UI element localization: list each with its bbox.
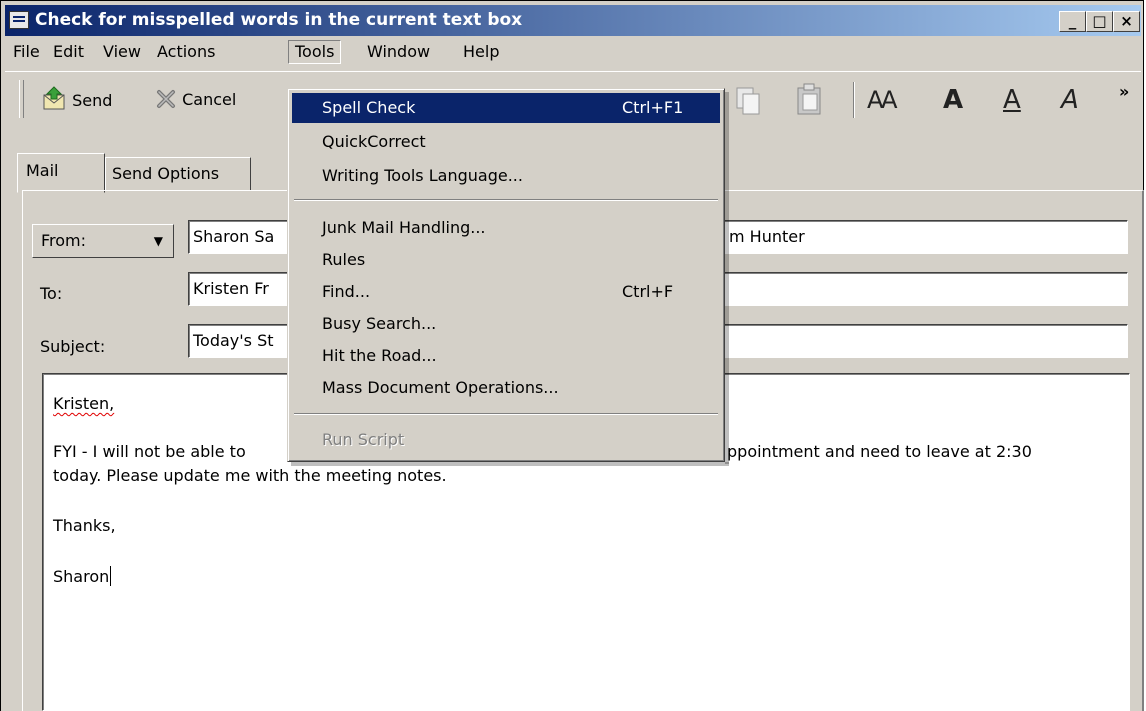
menu-item-busy-search[interactable]: Busy Search... <box>292 309 720 339</box>
menu-item-junk-mail-handling[interactable]: Junk Mail Handling... <box>292 213 720 243</box>
menu-tools[interactable]: Tools <box>288 40 342 64</box>
menu-bar: File Edit View Actions Tools Window Help <box>5 39 1141 65</box>
menu-edit[interactable]: Edit <box>47 40 90 64</box>
tools-menu-dropdown: Spell Check Ctrl+F1 QuickCorrect Writing… <box>287 88 725 462</box>
window-title: Check for misspelled words in the curren… <box>35 10 523 30</box>
menu-actions[interactable]: Actions <box>151 40 221 64</box>
menu-item-label: QuickCorrect <box>322 132 426 151</box>
menu-item-quickcorrect[interactable]: QuickCorrect <box>292 127 720 157</box>
menu-item-spell-check[interactable]: Spell Check Ctrl+F1 <box>292 93 720 123</box>
italic-button[interactable]: A <box>1061 80 1079 120</box>
toolbar-overflow-chevron-icon[interactable]: » <box>1119 82 1129 101</box>
menu-help[interactable]: Help <box>457 40 505 64</box>
toolbar-grip[interactable] <box>19 80 24 118</box>
title-bar[interactable]: Check for misspelled words in the curren… <box>5 5 1141 36</box>
body-greeting: Kristen, <box>53 394 115 413</box>
bold-button[interactable]: A <box>943 80 963 120</box>
subject-label: Subject: <box>40 337 106 356</box>
paste-icon[interactable] <box>793 82 825 116</box>
to-value: Kristen Fr <box>193 279 269 298</box>
menu-shadow <box>725 92 729 464</box>
text-caret <box>110 566 112 586</box>
cancel-icon <box>157 90 175 108</box>
menu-shadow <box>291 462 729 466</box>
toolbar-separator <box>853 82 855 118</box>
underline-button[interactable]: A <box>1003 80 1021 120</box>
body-closing: Thanks, <box>53 516 116 535</box>
cancel-button[interactable]: Cancel <box>155 86 236 114</box>
from-dropdown-button[interactable]: From: ▼ <box>32 224 174 258</box>
send-button[interactable]: Send <box>41 86 112 114</box>
body-line1-left: FYI - I will not be able to <box>53 442 246 461</box>
body-line1-right: ppointment and need to leave at 2:30 <box>727 442 1032 461</box>
from-value-right: m Hunter <box>729 227 805 246</box>
body-signature: Sharon <box>53 566 112 586</box>
menu-item-run-script: Run Script <box>292 425 720 455</box>
menu-item-mass-document-operations[interactable]: Mass Document Operations... <box>292 373 720 403</box>
menu-item-hit-the-road[interactable]: Hit the Road... <box>292 341 720 371</box>
menu-item-label: Spell Check <box>322 98 416 117</box>
menu-item-shortcut: Ctrl+F <box>622 282 674 301</box>
subject-value: Today's St <box>193 331 274 350</box>
menu-view[interactable]: View <box>97 40 147 64</box>
send-label: Send <box>72 91 113 110</box>
menu-item-label: Busy Search... <box>322 314 437 333</box>
menu-item-label: Run Script <box>322 430 405 449</box>
signature-text: Sharon <box>53 567 110 586</box>
menu-item-shortcut: Ctrl+F1 <box>622 98 684 117</box>
menu-separator <box>294 199 718 201</box>
tab-send-options[interactable]: Send Options <box>105 157 251 191</box>
tab-mail[interactable]: Mail <box>17 153 105 193</box>
body-line2: today. Please update me with the meeting… <box>53 466 447 485</box>
font-size-button[interactable]: AA <box>867 80 897 120</box>
menu-item-writing-tools-language[interactable]: Writing Tools Language... <box>292 161 720 191</box>
menu-item-label: Hit the Road... <box>322 346 437 365</box>
menu-item-rules[interactable]: Rules <box>292 245 720 275</box>
menu-item-label: Junk Mail Handling... <box>322 218 486 237</box>
menu-item-label: Rules <box>322 250 366 269</box>
menu-window[interactable]: Window <box>361 40 436 64</box>
copy-icon[interactable] <box>733 84 763 116</box>
menu-item-label: Writing Tools Language... <box>322 166 523 185</box>
close-button[interactable]: × <box>1113 11 1140 32</box>
minimize-button[interactable]: _ <box>1059 11 1086 32</box>
app-icon <box>9 11 29 29</box>
menu-item-label: Find... <box>322 282 371 301</box>
menu-separator <box>294 413 718 415</box>
menu-item-label: Mass Document Operations... <box>322 378 559 397</box>
chevron-down-icon: ▼ <box>153 234 163 248</box>
maximize-button[interactable]: □ <box>1086 11 1113 32</box>
menu-item-find[interactable]: Find... Ctrl+F <box>292 277 720 307</box>
cancel-label: Cancel <box>182 90 237 109</box>
from-value: Sharon Sa <box>193 227 275 246</box>
to-label: To: <box>40 284 63 303</box>
send-icon <box>43 86 65 110</box>
menu-file[interactable]: File <box>7 40 46 64</box>
from-label: From: <box>41 231 87 250</box>
